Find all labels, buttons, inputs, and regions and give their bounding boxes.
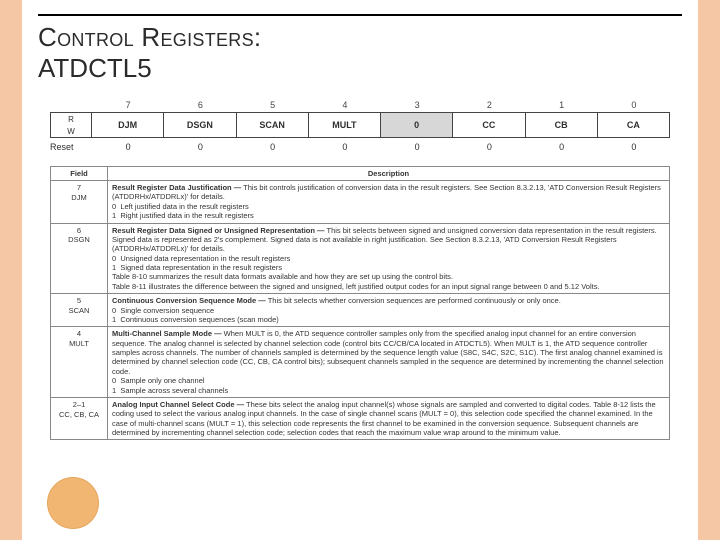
bit-scan: SCAN [237,113,309,137]
decorative-circle-icon [44,474,102,532]
bit-cb: CB [526,113,598,137]
bit-num: 7 [92,100,164,110]
field-cell: 6DSGN [51,223,108,294]
bit-cc: CC [453,113,525,137]
field-cell: 2–1CC, CB, CA [51,397,108,440]
table-row: 5SCANContinuous Conversion Sequence Mode… [51,294,670,327]
bit-num: 1 [526,100,598,110]
rw-label: R W [51,113,92,137]
reset-val: 0 [164,142,236,152]
table-row: 4MULTMulti-Channel Sample Mode — When MU… [51,327,670,398]
title-line2: ATDCTL5 [38,53,152,83]
th-field: Field [51,167,108,181]
page-title: Control Registers: ATDCTL5 [38,22,261,84]
bit-num: 2 [453,100,525,110]
content-area: 7 6 5 4 3 2 1 0 R W DJM DSGN SCAN MULT 0… [50,100,670,528]
table-row: 2–1CC, CB, CAAnalog Input Channel Select… [51,397,670,440]
desc-cell: Result Register Data Signed or Unsigned … [108,223,670,294]
reset-val: 0 [526,142,598,152]
bit-num: 6 [164,100,236,110]
reset-val: 0 [309,142,381,152]
right-accent-bar [698,0,720,540]
bit-num: 4 [309,100,381,110]
w-label: W [67,127,75,136]
desc-cell: Continuous Conversion Sequence Mode — Th… [108,294,670,327]
top-rule [38,14,682,16]
reset-label: Reset [50,142,92,152]
register-row: R W DJM DSGN SCAN MULT 0 CC CB CA [50,112,670,138]
desc-cell: Multi-Channel Sample Mode — When MULT is… [108,327,670,398]
bit-num: 3 [381,100,453,110]
title-line1: Control Registers: [38,22,261,52]
bit-djm: DJM [92,113,164,137]
reset-val: 0 [381,142,453,152]
reset-val: 0 [237,142,309,152]
reset-row: Reset 0 0 0 0 0 0 0 0 [50,142,670,152]
description-table: Field Description 7DJMResult Register Da… [50,166,670,440]
bit-reserved: 0 [381,113,453,137]
th-desc: Description [108,167,670,181]
bit-num: 0 [598,100,670,110]
left-accent-bar [0,0,22,540]
field-cell: 5SCAN [51,294,108,327]
desc-cell: Result Register Data Justification — Thi… [108,181,670,224]
bit-dsgn: DSGN [164,113,236,137]
desc-cell: Analog Input Channel Select Code — These… [108,397,670,440]
bit-mult: MULT [309,113,381,137]
field-cell: 4MULT [51,327,108,398]
table-row: 6DSGNResult Register Data Signed or Unsi… [51,223,670,294]
table-row: 7DJMResult Register Data Justification —… [51,181,670,224]
field-cell: 7DJM [51,181,108,224]
reset-val: 0 [453,142,525,152]
reset-val: 0 [92,142,164,152]
r-label: R [68,115,74,124]
reset-val: 0 [598,142,670,152]
bit-number-row: 7 6 5 4 3 2 1 0 [50,100,670,110]
bit-ca: CA [598,113,669,137]
bit-num: 5 [237,100,309,110]
